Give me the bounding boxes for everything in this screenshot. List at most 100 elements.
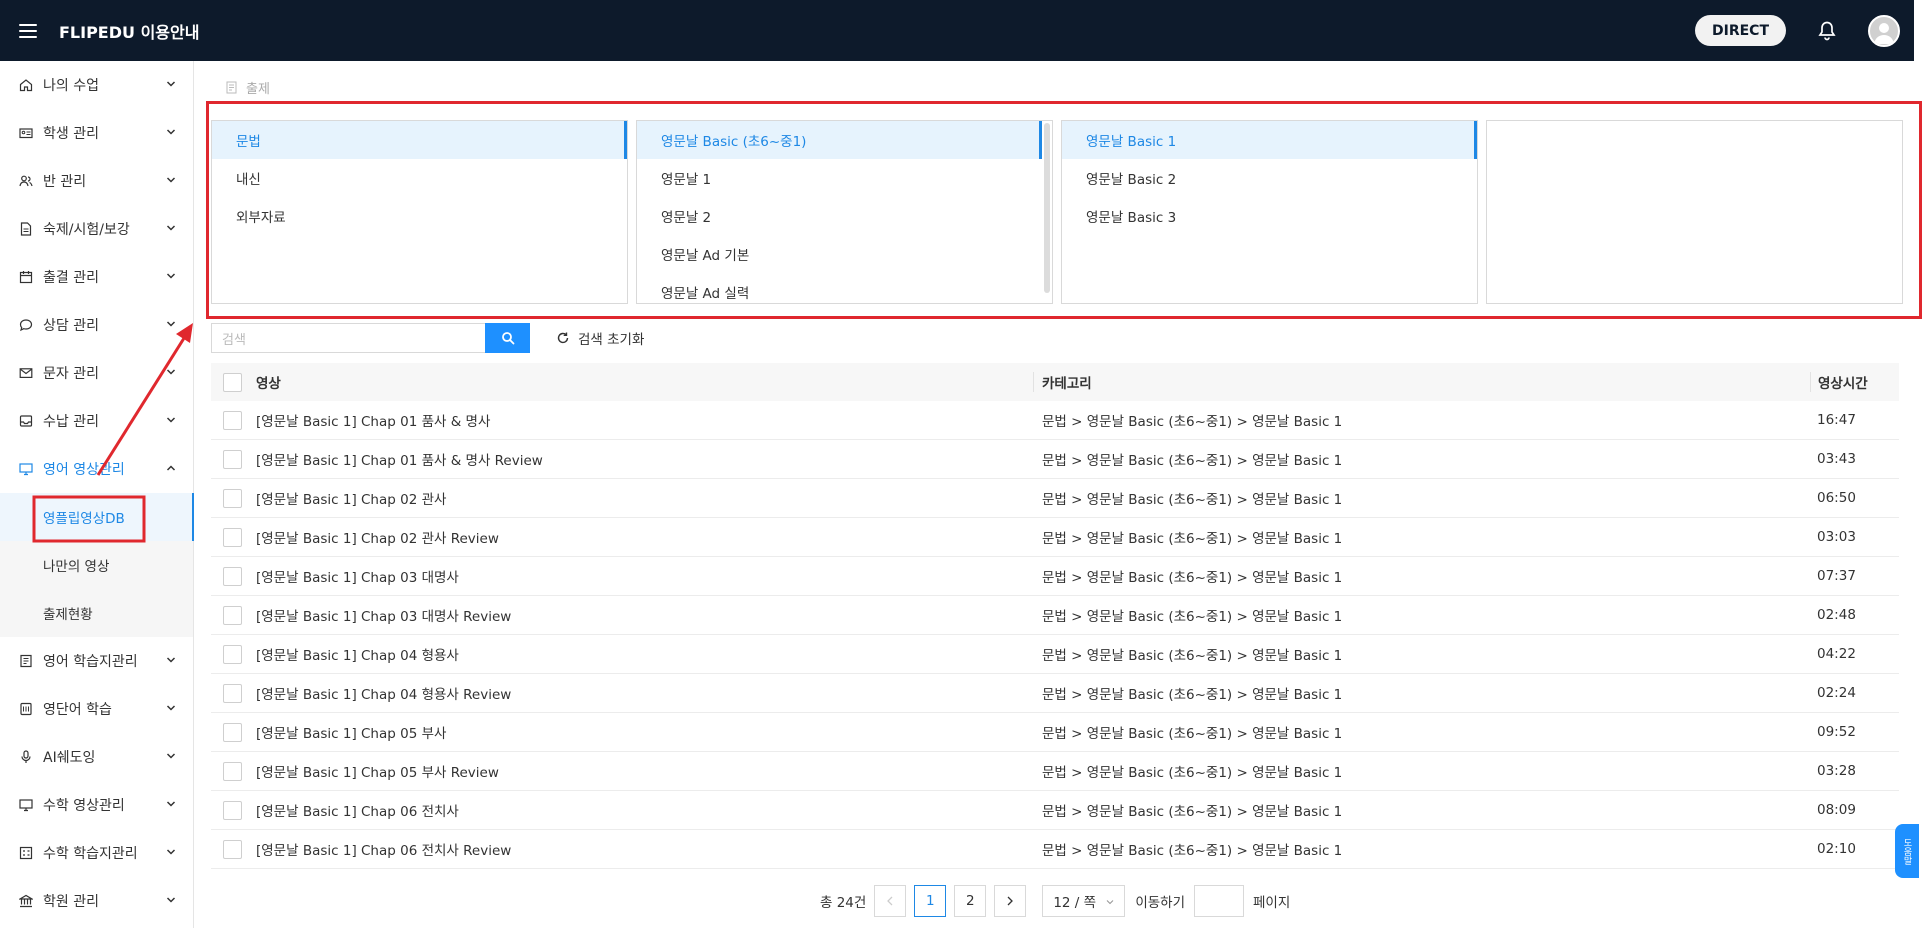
row-checkbox[interactable] [223, 800, 242, 820]
notebook-icon [19, 654, 33, 668]
category-item[interactable]: 영문날 Ad 기본 [637, 235, 1052, 273]
row-checkbox[interactable] [223, 410, 242, 430]
breadcrumb-label: 출제 [246, 82, 270, 97]
video-table: 영상 카테고리 영상시간 [영문날 Basic 1] Chap 01 품사 & … [211, 363, 1899, 869]
video-duration: 09:52 [1817, 724, 1856, 740]
prev-page-button[interactable] [874, 885, 907, 917]
table-row[interactable]: [영문날 Basic 1] Chap 05 부사 문법 > 영문날 Basic (… [211, 713, 1899, 752]
category-item[interactable]: 내신 [212, 159, 627, 197]
table-row[interactable]: [영문날 Basic 1] Chap 04 형용사 문법 > 영문날 Basic … [211, 635, 1899, 674]
sidebar-item-13[interactable]: 수학 학습지관리 [0, 829, 193, 877]
sidebar-item-2[interactable]: 반 관리 [0, 157, 193, 205]
sidebar-item-5[interactable]: 상담 관리 [0, 301, 193, 349]
sidebar-item-14[interactable]: 학원 관리 [0, 877, 193, 925]
category-item[interactable]: 영문날 Basic (초6~중1) [637, 121, 1042, 159]
table-row[interactable]: [영문날 Basic 1] Chap 03 대명사 Review 문법 > 영문날… [211, 596, 1899, 635]
goto-page-input[interactable] [1194, 885, 1244, 917]
video-title[interactable]: [영문날 Basic 1] Chap 05 부사 [254, 722, 1033, 742]
video-category: 문법 > 영문날 Basic (초6~중1) > 영문날 Basic 1 [1042, 453, 1343, 469]
brand-title[interactable]: FLIPEDU 이용안내 [59, 19, 199, 43]
direct-button[interactable]: DIRECT [1695, 15, 1786, 46]
video-title[interactable]: [영문날 Basic 1] Chap 04 형용사 Review [254, 683, 1033, 703]
table-row[interactable]: [영문날 Basic 1] Chap 01 품사 & 명사 Review 문법 >… [211, 440, 1899, 479]
home-icon [19, 78, 33, 92]
refresh-icon [556, 331, 570, 345]
sidebar-item-1[interactable]: 학생 관리 [0, 109, 193, 157]
category-item[interactable]: 영문날 Basic 1 [1062, 121, 1477, 159]
row-checkbox[interactable] [223, 839, 242, 859]
table-row[interactable]: [영문날 Basic 1] Chap 03 대명사 문법 > 영문날 Basic … [211, 557, 1899, 596]
video-title[interactable]: [영문날 Basic 1] Chap 04 형용사 [254, 644, 1033, 664]
sidebar-item-label: 학원 관리 [43, 894, 99, 910]
category-item[interactable]: 영문날 2 [637, 197, 1052, 235]
category-item[interactable]: 외부자료 [212, 197, 627, 235]
table-row[interactable]: [영문날 Basic 1] Chap 02 관사 Review 문법 > 영문날 … [211, 518, 1899, 557]
sidebar-item-9[interactable]: 영어 학습지관리 [0, 637, 193, 685]
row-checkbox[interactable] [223, 605, 242, 625]
table-body: [영문날 Basic 1] Chap 01 품사 & 명사문법 > 영문날 Ba… [211, 401, 1899, 869]
row-checkbox[interactable] [223, 644, 242, 664]
video-title[interactable]: [영문날 Basic 1] Chap 01 품사 & 명사 [254, 410, 1033, 430]
table-row[interactable]: [영문날 Basic 1] Chap 01 품사 & 명사 문법 > 영문날 Ba… [211, 401, 1899, 440]
category-panels: 문법 내신 외부자료 영문날 Basic (초6~중1) 영문날 1 영문날 2 영문날 A… [211, 120, 1911, 304]
sidebar-item-6[interactable]: 문자 관리 [0, 349, 193, 397]
video-title[interactable]: [영문날 Basic 1] Chap 06 전치사 [254, 800, 1033, 820]
video-title[interactable]: [영문날 Basic 1] Chap 01 품사 & 명사 Review [254, 449, 1033, 469]
video-title[interactable]: [영문날 Basic 1] Chap 02 관사 Review [254, 527, 1033, 547]
bell-icon[interactable] [1818, 21, 1836, 41]
row-checkbox[interactable] [223, 761, 242, 781]
sidebar-item-7[interactable]: 수납 관리 [0, 397, 193, 445]
row-checkbox[interactable] [223, 449, 242, 469]
next-page-button[interactable] [994, 885, 1027, 917]
sidebar-submenu: 영플립영상DB 나만의 영상 출제현황 [0, 493, 194, 637]
reset-search-button[interactable]: 검색 초기화 [556, 328, 644, 348]
video-title[interactable]: [영문날 Basic 1] Chap 03 대명사 [254, 566, 1033, 586]
search-input[interactable]: 검색 [211, 323, 485, 353]
video-title[interactable]: [영문날 Basic 1] Chap 02 관사 [254, 488, 1033, 508]
table-row[interactable]: [영문날 Basic 1] Chap 02 관사 문법 > 영문날 Basic (… [211, 479, 1899, 518]
sidebar-item-label: 영어 학습지관리 [43, 654, 138, 670]
chevron-down-icon [166, 223, 176, 233]
avatar[interactable] [1868, 14, 1900, 47]
sidebar-item-11[interactable]: AI쉐도잉 [0, 733, 193, 781]
sidebar-item-10[interactable]: 영단어 학습 [0, 685, 193, 733]
row-checkbox[interactable] [223, 566, 242, 586]
sidebar-item-4[interactable]: 출결 관리 [0, 253, 193, 301]
row-checkbox[interactable] [223, 722, 242, 742]
page-button-1[interactable]: 1 [914, 885, 947, 917]
calendar-icon [19, 270, 33, 284]
row-checkbox[interactable] [223, 488, 242, 508]
chevron-down-icon [166, 79, 176, 89]
page-size-select[interactable]: 12 / 쪽 [1042, 885, 1126, 917]
table-row[interactable]: [영문날 Basic 1] Chap 06 전치사 문법 > 영문날 Basic … [211, 791, 1899, 830]
sidebar-subitem-2[interactable]: 출제현황 [0, 589, 193, 637]
category-item[interactable]: 영문날 Basic 3 [1062, 197, 1477, 235]
sidebar-item-3[interactable]: 숙제/시험/보강 [0, 205, 193, 253]
category-item[interactable]: 영문날 Basic 2 [1062, 159, 1477, 197]
category-item[interactable]: 영문날 1 [637, 159, 1052, 197]
video-duration: 03:28 [1817, 763, 1856, 779]
hamburger-menu-icon[interactable] [19, 23, 37, 38]
search-button[interactable] [485, 323, 530, 353]
video-duration: 06:50 [1817, 490, 1856, 506]
video-title[interactable]: [영문날 Basic 1] Chap 06 전치사 Review [254, 839, 1033, 859]
category-item[interactable]: 영문날 Ad 실력 [637, 273, 1052, 303]
page-button-2[interactable]: 2 [954, 885, 987, 917]
select-all-checkbox[interactable] [223, 372, 242, 392]
floating-help-button[interactable]: 도움말 [1895, 824, 1919, 878]
row-checkbox[interactable] [223, 683, 242, 703]
row-checkbox[interactable] [223, 527, 242, 547]
sidebar-item-0[interactable]: 나의 수업 [0, 61, 193, 109]
table-row[interactable]: [영문날 Basic 1] Chap 04 형용사 Review 문법 > 영문날… [211, 674, 1899, 713]
sidebar-subitem-0[interactable]: 영플립영상DB [0, 493, 194, 541]
pagination: 총 24건 1 2 12 / 쪽 이동하기 페이지 [820, 885, 1290, 917]
sidebar-subitem-1[interactable]: 나만의 영상 [0, 541, 193, 589]
table-row[interactable]: [영문날 Basic 1] Chap 05 부사 Review 문법 > 영문날 … [211, 752, 1899, 791]
video-title[interactable]: [영문날 Basic 1] Chap 05 부사 Review [254, 761, 1033, 781]
video-title[interactable]: [영문날 Basic 1] Chap 03 대명사 Review [254, 605, 1033, 625]
sidebar-item-12[interactable]: 수학 영상관리 [0, 781, 193, 829]
sidebar-item-8[interactable]: 영어 영상관리 [0, 445, 193, 493]
panel-scrollbar[interactable] [1044, 123, 1050, 293]
category-item[interactable]: 문법 [212, 121, 627, 159]
table-row[interactable]: [영문날 Basic 1] Chap 06 전치사 Review 문법 > 영문날… [211, 830, 1899, 869]
